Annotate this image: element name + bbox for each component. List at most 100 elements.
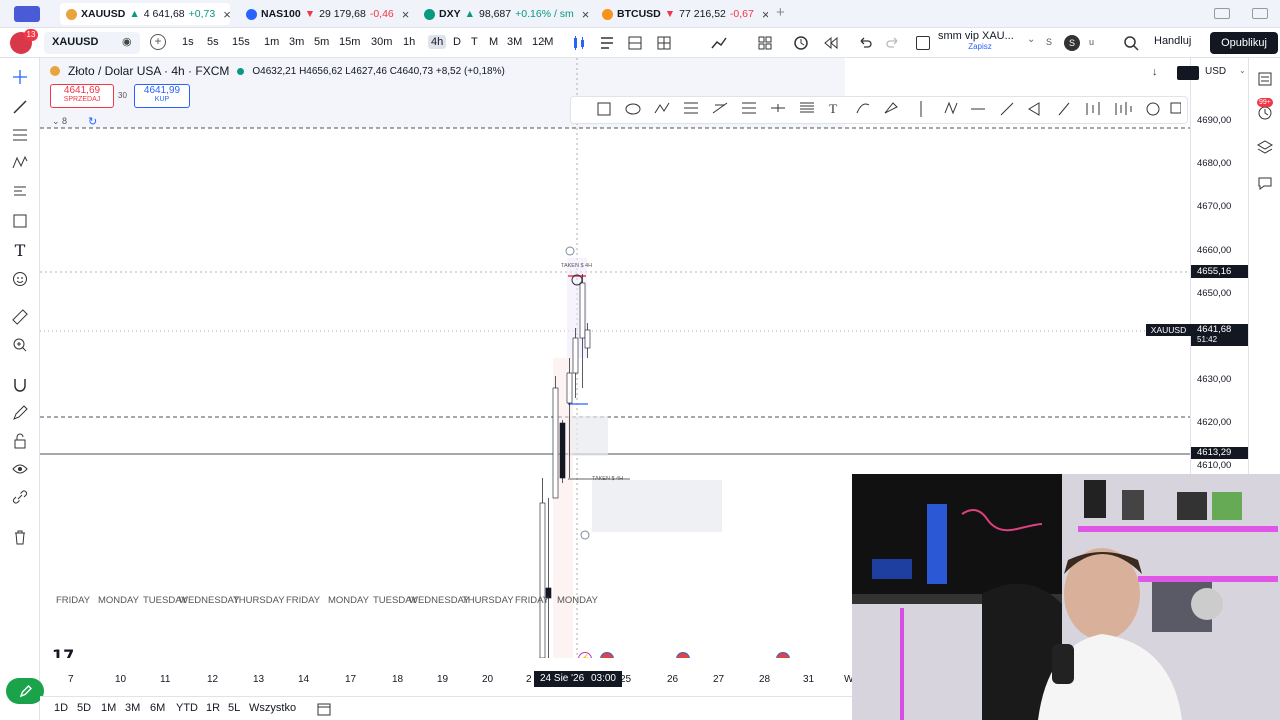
user-initial: u xyxy=(1089,37,1095,47)
alert-icon[interactable] xyxy=(792,34,810,52)
candle-body xyxy=(539,502,546,658)
undo-icon[interactable] xyxy=(856,34,874,52)
screenshot-icon[interactable] xyxy=(1177,66,1199,80)
time-tick: 2 xyxy=(526,674,532,685)
window-icon[interactable] xyxy=(1214,8,1230,19)
search-icon[interactable] xyxy=(1122,34,1140,52)
magnet-icon[interactable] xyxy=(11,376,29,394)
indicators-icon[interactable] xyxy=(598,34,616,52)
layout-icon[interactable] xyxy=(626,34,644,52)
avatar[interactable]: S xyxy=(1064,35,1080,51)
interval-1m[interactable]: 1m xyxy=(264,36,279,48)
chevron-down-icon[interactable]: ⌄ xyxy=(1027,34,1035,45)
ruler-icon[interactable] xyxy=(11,308,29,326)
time-tick: 27 xyxy=(713,674,725,685)
range-5d[interactable]: 5D xyxy=(77,702,91,714)
watchlist-icon[interactable] xyxy=(1256,70,1274,88)
interval-t[interactable]: T xyxy=(471,36,478,48)
close-icon[interactable]: × xyxy=(402,7,410,22)
close-icon[interactable]: × xyxy=(762,7,768,22)
grid-icon[interactable] xyxy=(655,34,673,52)
drawing-tools-row[interactable]: T xyxy=(571,97,1182,123)
range-1d[interactable]: 1D xyxy=(54,702,68,714)
indicators-toggle[interactable]: ⌄ 8 xyxy=(52,116,67,127)
interval-15m[interactable]: 15m xyxy=(339,36,360,48)
trend-line-icon[interactable] xyxy=(11,98,29,116)
window-icon[interactable] xyxy=(1252,8,1268,19)
eye-icon[interactable] xyxy=(11,460,29,478)
forecast-icon[interactable] xyxy=(11,182,29,200)
sell-label: SPRZEDAJ xyxy=(63,96,101,103)
crosshair-icon[interactable] xyxy=(11,68,29,86)
tab-xauusd[interactable]: XAUUSD ▲ 4 641,68 +0,73 × xyxy=(60,3,230,25)
interval-3m[interactable]: 3M xyxy=(507,36,522,48)
redo-icon[interactable] xyxy=(884,34,902,52)
lock-icon[interactable] xyxy=(11,432,29,450)
interval-4h[interactable]: 4h xyxy=(428,35,447,49)
interval-m[interactable]: M xyxy=(489,36,498,48)
range-1m[interactable]: 1M xyxy=(101,702,116,714)
replay-icon[interactable] xyxy=(822,34,840,52)
eye-icon[interactable]: ◉ xyxy=(122,35,132,48)
interval-3m[interactable]: 3m xyxy=(289,36,304,48)
range-3m[interactable]: 3M xyxy=(125,702,140,714)
trash-icon[interactable] xyxy=(11,528,29,546)
day-label: WEDNESDAY xyxy=(409,595,470,606)
time-tick: 31 xyxy=(803,674,815,685)
range-5l[interactable]: 5L xyxy=(228,702,240,714)
new-tab-icon[interactable]: + xyxy=(776,4,785,21)
sidebar-toggle-icon[interactable] xyxy=(14,6,40,22)
drag-handle xyxy=(565,246,575,256)
pencil-icon[interactable] xyxy=(11,404,29,422)
fib-icon[interactable] xyxy=(11,126,29,144)
zoom-icon[interactable] xyxy=(11,336,29,354)
templates-icon[interactable] xyxy=(756,34,774,52)
interval-5s[interactable]: 5s xyxy=(207,36,219,48)
range-1r[interactable]: 1R xyxy=(206,702,220,714)
currency-label[interactable]: USD xyxy=(1205,66,1226,77)
chevron-down-icon[interactable]: ⌄ xyxy=(540,34,548,45)
sell-button[interactable]: 4641,69 SPRZEDAJ xyxy=(50,84,114,108)
interval-1s[interactable]: 1s xyxy=(182,36,194,48)
chat-icon[interactable] xyxy=(1256,174,1274,192)
save-label: Zapisz xyxy=(968,42,992,51)
link-icon[interactable] xyxy=(11,488,29,506)
tab-price: 77 216,52 xyxy=(679,8,726,20)
shape-icon[interactable] xyxy=(11,212,29,230)
layout-name[interactable]: smm vip XAU... Zapisz xyxy=(938,30,1022,56)
text-icon[interactable]: T xyxy=(11,241,29,260)
range-6m[interactable]: 6M xyxy=(150,702,165,714)
interval-15s[interactable]: 15s xyxy=(232,36,250,48)
alert-chart-icon[interactable] xyxy=(710,34,728,52)
drawing-toolbar: T xyxy=(0,58,40,720)
candles-icon[interactable] xyxy=(570,34,588,52)
candle-body xyxy=(572,337,579,374)
interval-1h[interactable]: 1h xyxy=(403,36,415,48)
interval-5m[interactable]: 5m xyxy=(314,36,329,48)
pattern-icon[interactable] xyxy=(11,154,29,172)
time-tick: 26 xyxy=(667,674,679,685)
range-wszystko[interactable]: Wszystko xyxy=(249,702,296,714)
buy-button[interactable]: 4641,99 KUP xyxy=(134,84,190,108)
tab-btcusd[interactable]: BTCUSD ▼ 77 216,52 -0,67 × xyxy=(596,3,768,25)
trade-button[interactable]: Handluj xyxy=(1154,35,1191,47)
range-ytd[interactable]: YTD xyxy=(176,702,198,714)
tab-nas100[interactable]: NAS100 ▼ 29 179,68 -0,46 × xyxy=(240,3,410,25)
drawing-fab[interactable] xyxy=(6,678,44,704)
interval-d[interactable]: D xyxy=(453,36,461,48)
tab-dxy[interactable]: DXY ▲ 98,687 +0.16% / sm × xyxy=(418,3,590,25)
symbol-search[interactable]: XAUUSD ◉ xyxy=(44,32,140,54)
compare-add-icon[interactable]: + xyxy=(150,34,166,50)
layers-icon[interactable] xyxy=(1256,138,1274,156)
arrow-down-icon[interactable]: ↓ xyxy=(1152,66,1158,78)
close-icon[interactable]: × xyxy=(582,7,590,22)
crosshair-price-label: 4655,16 xyxy=(1191,265,1249,278)
publish-button[interactable]: Opublikuj xyxy=(1210,32,1278,54)
time-tick: 18 xyxy=(392,674,404,685)
chevron-down-icon[interactable]: ⌄ xyxy=(1239,66,1246,75)
interval-30m[interactable]: 30m xyxy=(371,36,392,48)
fullscreen-icon[interactable] xyxy=(916,36,930,50)
emoji-icon[interactable] xyxy=(11,270,29,288)
close-icon[interactable]: × xyxy=(223,7,230,22)
calendar-icon[interactable] xyxy=(316,701,332,717)
